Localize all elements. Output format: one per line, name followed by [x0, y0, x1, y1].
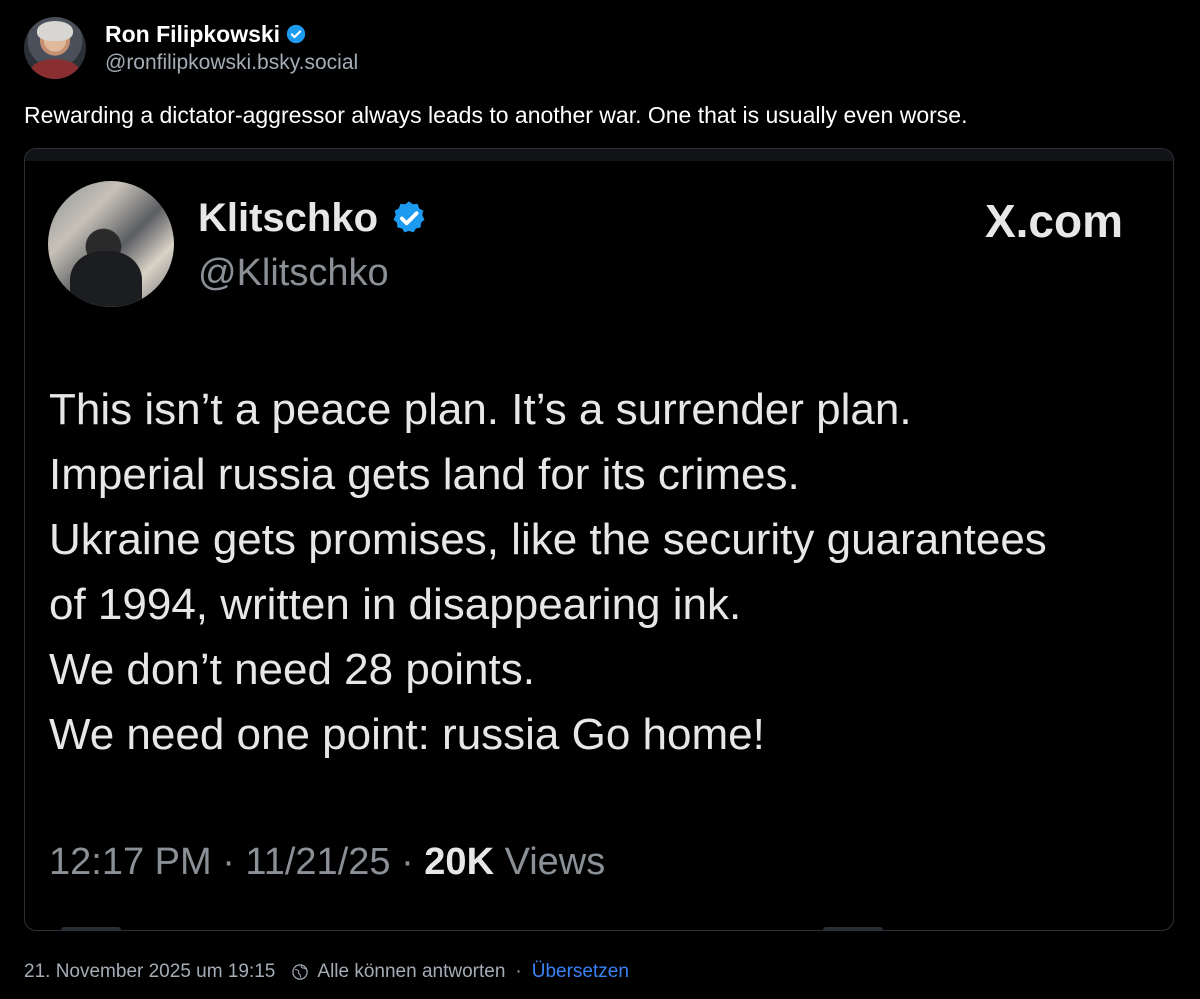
embedded-image-card[interactable]: Klitschko @Klitschko X.com This isn’t a … — [24, 148, 1174, 931]
embedded-name-row: Klitschko — [198, 193, 428, 243]
author-info: Ron Filipkowski @ronfilipkowski.bsky.soc… — [105, 19, 358, 77]
post-text: Rewarding a dictator-aggressor always le… — [24, 102, 968, 128]
author-name-row: Ron Filipkowski — [105, 19, 358, 49]
embedded-views-label: Views — [494, 841, 606, 883]
translate-link[interactable]: Übersetzen — [532, 958, 629, 986]
embedded-tweet-line: Imperial russia gets land for its crimes… — [49, 450, 800, 499]
reply-setting[interactable]: Alle können antworten — [317, 958, 505, 986]
verified-check-icon — [393, 201, 425, 233]
embedded-tweet-time: 12:17 PM · 11/21/25 · — [49, 841, 425, 883]
embedded-tweet-line: We don’t need 28 points. — [49, 645, 535, 694]
separator: · — [515, 961, 522, 982]
post-footer: 21. November 2025 um 19:15 Alle können a… — [24, 958, 629, 986]
embedded-author-name: Klitschko — [198, 196, 379, 240]
embedded-tweet-body: This isn’t a peace plan. It’s a surrende… — [49, 377, 1169, 767]
embedded-avatar — [48, 181, 174, 307]
embedded-author-handle: @Klitschko — [198, 252, 389, 294]
embedded-tweet-line: We need one point: russia Go home! — [49, 710, 765, 759]
embedded-source-label: X.com — [984, 195, 1123, 247]
post-timestamp[interactable]: 21. November 2025 um 19:15 — [24, 958, 275, 986]
embedded-tweet-line: of 1994, written in disappearing ink. — [49, 580, 742, 629]
author-name[interactable]: Ron Filipkowski — [105, 19, 280, 49]
embedded-views-count: 20K — [424, 841, 495, 883]
embedded-tweet-line: This isn’t a peace plan. It’s a surrende… — [49, 385, 912, 434]
embedded-tweet-line: Ukraine gets promises, like the security… — [49, 515, 1047, 564]
embed-top-band — [25, 149, 1173, 161]
verified-check-icon — [286, 24, 306, 44]
author-handle[interactable]: @ronfilipkowski.bsky.social — [105, 49, 358, 77]
globe-icon — [292, 964, 309, 980]
post-header: Ron Filipkowski @ronfilipkowski.bsky.soc… — [24, 16, 358, 80]
embedded-bottom-hint — [61, 927, 121, 930]
embedded-bottom-hint — [823, 927, 883, 930]
embedded-tweet-meta: 12:17 PM · 11/21/25 · 20K Views — [49, 837, 605, 887]
avatar[interactable] — [24, 17, 86, 79]
